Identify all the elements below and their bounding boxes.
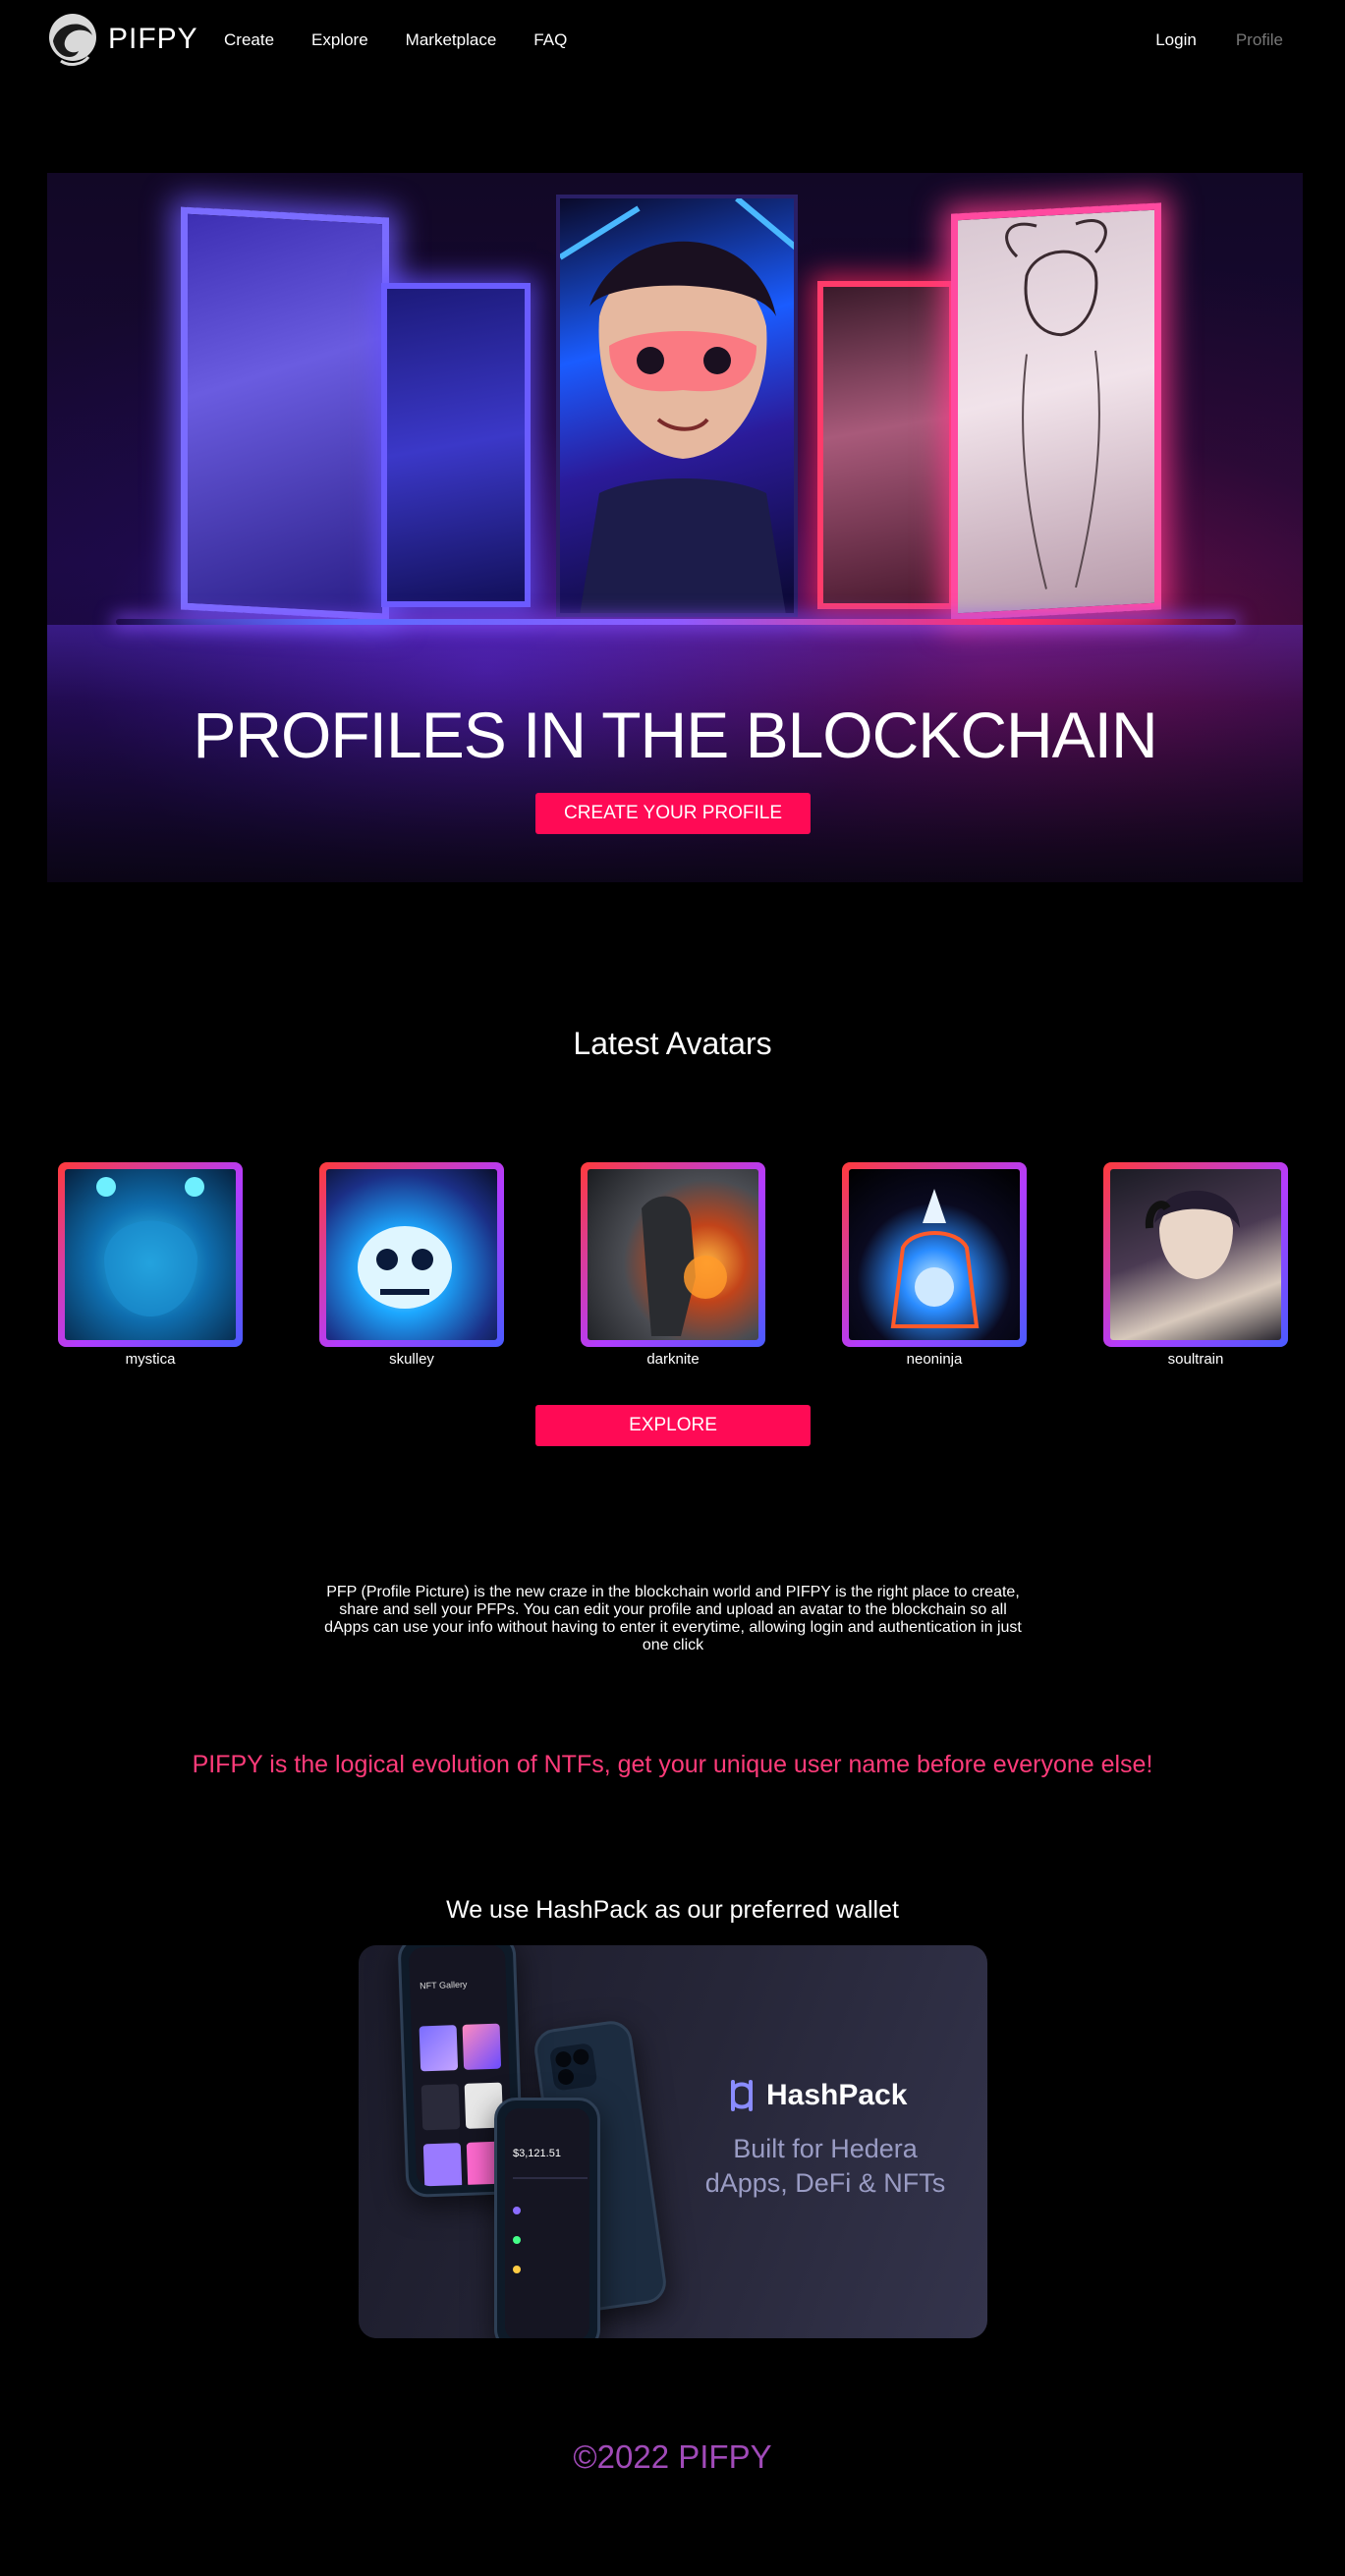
avatar-image: [588, 1169, 758, 1340]
avatar-username: darknite: [646, 1351, 700, 1368]
phone-balance-text: $3,121.51: [513, 2148, 561, 2159]
avatar-username: neoninja: [906, 1351, 963, 1368]
sketch-figure-image: [1005, 219, 1107, 589]
avatar-image: [849, 1169, 1020, 1340]
nav-account: Login Profile: [1155, 30, 1283, 50]
tagline: PIFPY is the logical evolution of NTFs, …: [192, 1751, 1153, 1778]
latest-avatars-heading: Latest Avatars: [573, 1026, 772, 1061]
nav-link-faq[interactable]: FAQ: [533, 30, 567, 50]
phone-balance-image: $3,121.51: [494, 2098, 600, 2338]
hero-artwork-panel: [817, 281, 955, 609]
top-navigation: PIFPY Create Explore Marketplace FAQ Log…: [0, 0, 1345, 84]
avatar-card-skulley[interactable]: skulley: [319, 1162, 504, 1368]
wallet-heading: We use HashPack as our preferred wallet: [446, 1896, 899, 1924]
avatar-username: skulley: [389, 1351, 434, 1368]
avatar-frame: [581, 1162, 765, 1347]
avatar-username: mystica: [125, 1351, 176, 1368]
hashpack-banner[interactable]: NFT Gallery $3,121.51 HashPack Built for…: [359, 1945, 987, 2338]
goggle-character-image: [560, 198, 794, 613]
hashpack-subtitle-line2: dApps, DeFi & NFTs: [704, 2168, 946, 2198]
profile-link[interactable]: Profile: [1236, 30, 1283, 50]
avatar-card-darknite[interactable]: darknite: [581, 1162, 765, 1368]
hero-artwork-panel: [181, 206, 389, 621]
hero-title: PROFILES IN THE BLOCKCHAIN: [193, 699, 1157, 771]
login-link[interactable]: Login: [1155, 30, 1197, 50]
avatar-frame: [1103, 1162, 1288, 1347]
hero-banner: PROFILES IN THE BLOCKCHAIN CREATE YOUR P…: [47, 173, 1303, 882]
hashpack-subtitle-line1: Built for Hedera: [733, 2134, 918, 2163]
avatar-image: [1110, 1169, 1281, 1340]
nav-link-marketplace[interactable]: Marketplace: [406, 30, 497, 50]
hashpack-logo-icon: [731, 2080, 753, 2111]
phone-header-text: NFT Gallery: [419, 1979, 468, 1991]
avatar-frame: [58, 1162, 243, 1347]
avatar-card-soultrain[interactable]: soultrain: [1103, 1162, 1288, 1368]
hero-artwork-panel-center: [556, 195, 798, 617]
hero-artwork-panel: [951, 202, 1161, 621]
nav-links: Create Explore Marketplace FAQ: [224, 30, 604, 50]
avatar-card-mystica[interactable]: mystica: [58, 1162, 243, 1368]
about-paragraph: PFP (Profile Picture) is the new craze i…: [324, 1584, 1022, 1653]
brand-logo[interactable]: PIFPY: [47, 12, 198, 67]
logo-icon: [49, 14, 96, 66]
nav-link-explore[interactable]: Explore: [311, 30, 368, 50]
neon-floor-line: [116, 619, 1236, 625]
avatar-frame: [319, 1162, 504, 1347]
hashpack-subtitle: Built for Hedera dApps, DeFi & NFTs: [683, 2132, 968, 2201]
hero-artwork-panel: [381, 283, 531, 607]
avatar-image: [326, 1169, 497, 1340]
create-profile-button[interactable]: CREATE YOUR PROFILE: [535, 793, 811, 834]
avatar-username: soultrain: [1167, 1351, 1224, 1368]
hashpack-name: HashPack: [766, 2079, 908, 2111]
avatar-list: mystica skulley darknite neoninja soultr…: [0, 1162, 1345, 1369]
nav-link-create[interactable]: Create: [224, 30, 274, 50]
brand-name: PIFPY: [108, 23, 198, 55]
avatar-image: [65, 1169, 236, 1340]
avatar-card-neoninja[interactable]: neoninja: [842, 1162, 1027, 1368]
avatar-frame: [842, 1162, 1027, 1347]
footer-copyright: ©2022 PIFPY: [573, 2438, 772, 2475]
hashpack-brand: HashPack: [727, 2078, 907, 2113]
explore-button[interactable]: EXPLORE: [535, 1405, 811, 1446]
